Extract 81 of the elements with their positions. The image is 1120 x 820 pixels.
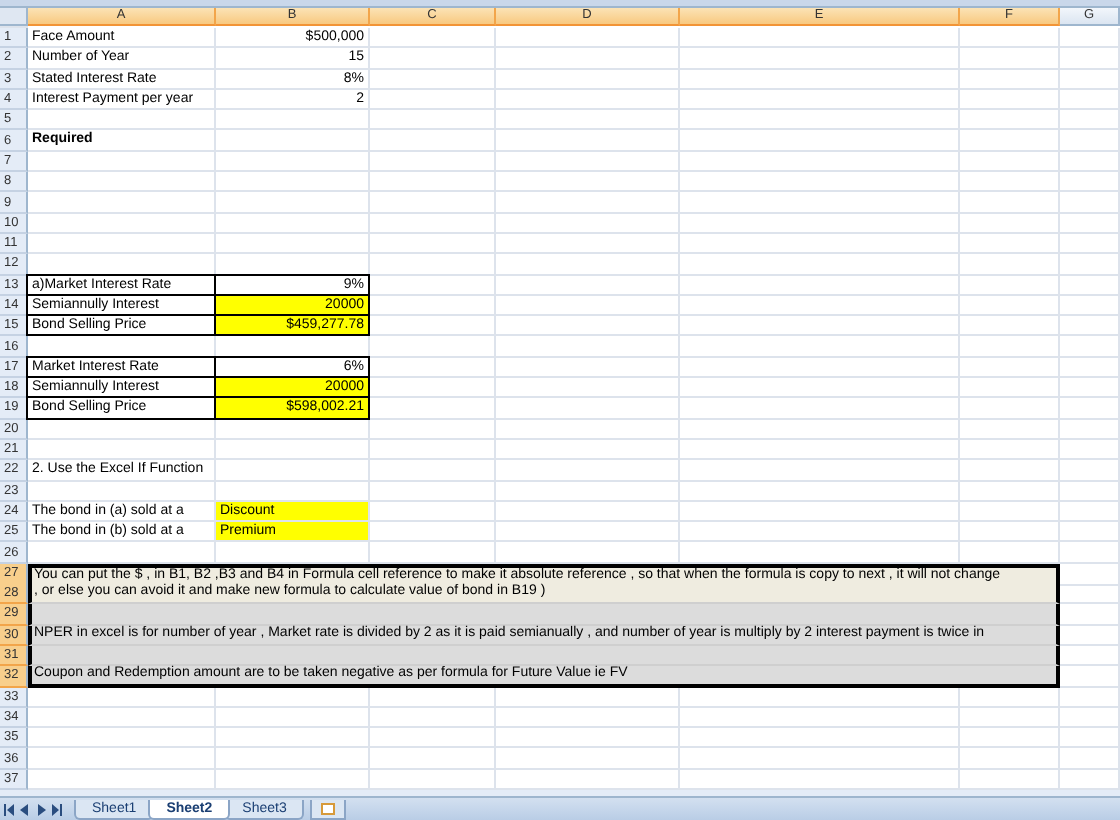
empty-cell xyxy=(1060,28,1120,49)
empty-cell xyxy=(370,419,496,440)
empty-cell xyxy=(1060,110,1120,131)
empty-cell xyxy=(1060,398,1120,420)
empty-cell xyxy=(960,336,1060,358)
empty-cell xyxy=(1060,357,1120,379)
empty-cell xyxy=(960,378,1060,399)
empty-cell xyxy=(960,130,1060,152)
empty-cell xyxy=(370,172,496,193)
empty-cell xyxy=(370,728,496,749)
empty-cell xyxy=(960,728,1060,749)
empty-cell xyxy=(1060,316,1120,337)
empty-cell xyxy=(1060,130,1120,152)
empty-cell xyxy=(370,213,496,234)
empty-cell xyxy=(960,48,1060,70)
empty-cell xyxy=(1060,481,1120,502)
empty-cell xyxy=(1060,501,1120,523)
empty-cell xyxy=(960,254,1060,276)
empty-cell xyxy=(1060,192,1120,214)
sheet-icon xyxy=(319,802,338,816)
empty-cell xyxy=(1060,89,1120,111)
empty-cell xyxy=(960,192,1060,214)
empty-cell xyxy=(1060,748,1120,770)
empty-cell xyxy=(960,213,1060,234)
empty-cell xyxy=(370,254,496,276)
empty-cell xyxy=(960,275,1060,296)
empty-cell xyxy=(960,233,1060,255)
empty-cell xyxy=(960,28,1060,49)
empty-cell xyxy=(370,336,496,358)
next-sheet-icon[interactable] xyxy=(36,804,46,816)
empty-cell xyxy=(1060,172,1120,193)
empty-cell xyxy=(1060,439,1120,461)
empty-cell xyxy=(960,151,1060,173)
empty-cell xyxy=(960,295,1060,317)
empty-cell xyxy=(1060,213,1120,234)
empty-cell xyxy=(1060,687,1120,708)
empty-cell xyxy=(1060,707,1120,729)
empty-cell xyxy=(960,89,1060,111)
empty-cell xyxy=(960,707,1060,729)
empty-cell xyxy=(960,439,1060,461)
empty-cell xyxy=(1060,69,1120,90)
empty-cell xyxy=(960,522,1060,543)
empty-cell xyxy=(370,481,496,502)
previous-sheet-icon[interactable] xyxy=(20,804,30,816)
empty-cell xyxy=(370,130,496,152)
last-sheet-icon[interactable] xyxy=(52,804,62,816)
empty-cell xyxy=(960,172,1060,193)
empty-cell xyxy=(1060,728,1120,749)
empty-cell xyxy=(960,501,1060,523)
empty-cell xyxy=(1060,295,1120,317)
empty-cell xyxy=(960,398,1060,420)
empty-cell xyxy=(370,460,496,482)
empty-cell xyxy=(370,233,496,255)
empty-cell xyxy=(960,748,1060,770)
empty-cell xyxy=(370,707,496,729)
first-sheet-icon[interactable] xyxy=(4,804,14,816)
empty-cell xyxy=(960,316,1060,337)
empty-cell xyxy=(1060,522,1120,543)
empty-cell xyxy=(1060,336,1120,358)
empty-cell xyxy=(1060,378,1120,399)
empty-cell xyxy=(370,110,496,131)
empty-cell xyxy=(1060,275,1120,296)
empty-cell xyxy=(370,151,496,173)
empty-cell xyxy=(960,357,1060,379)
empty-cell xyxy=(960,460,1060,482)
empty-cell xyxy=(960,69,1060,90)
empty-cell xyxy=(1060,460,1120,482)
empty-cell xyxy=(960,481,1060,502)
empty-cell xyxy=(370,192,496,214)
empty-cell xyxy=(960,110,1060,131)
empty-cell xyxy=(370,687,496,708)
empty-cell xyxy=(1060,542,1120,564)
empty-cell xyxy=(960,419,1060,440)
empty-cell xyxy=(370,748,496,770)
empty-cell xyxy=(1060,254,1120,276)
empty-cell xyxy=(1060,419,1120,440)
empty-cell xyxy=(1060,48,1120,70)
empty-cell xyxy=(960,687,1060,708)
empty-cell xyxy=(1060,233,1120,255)
empty-cell xyxy=(1060,151,1120,173)
empty-cell xyxy=(370,439,496,461)
